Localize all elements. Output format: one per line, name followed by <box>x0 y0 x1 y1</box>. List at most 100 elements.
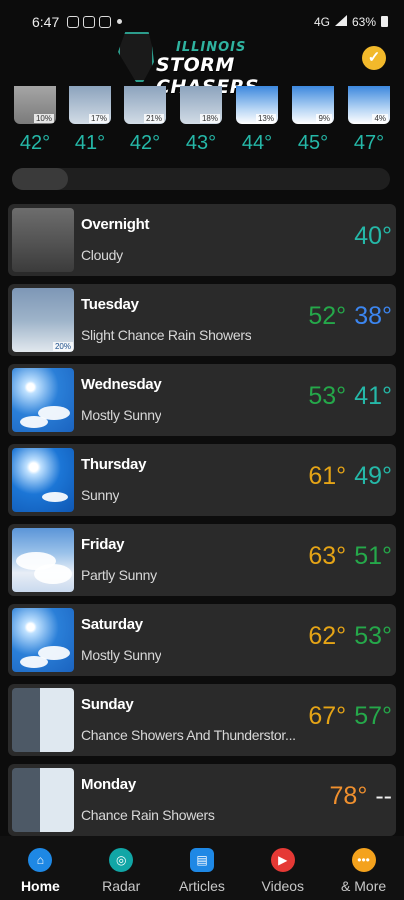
verified-check-icon[interactable]: ✓ <box>362 46 386 70</box>
day-description: Mostly Sunny <box>81 407 162 423</box>
hourly-temp: 42° <box>19 132 51 154</box>
mostly-sunny-icon <box>12 608 74 672</box>
forecast-day-card[interactable]: 20% Tuesday Slight Chance Rain Showers 5… <box>8 284 396 356</box>
day-name: Overnight <box>81 216 150 233</box>
high-temp: 78° <box>329 782 368 810</box>
hourly-pop: 17% <box>88 114 109 123</box>
high-temp: 63° <box>308 542 347 570</box>
status-bar: 6:47 4G 63% <box>0 0 404 34</box>
low-temp: 40° <box>354 222 392 250</box>
signal-icon <box>334 14 347 29</box>
hourly-temp: 47° <box>353 132 385 154</box>
nav-articles[interactable]: ▤ Articles <box>162 836 243 900</box>
day-temps: 67° 57° <box>308 702 392 731</box>
hourly-pop: 9% <box>316 114 332 123</box>
day-temps: 53° 41° <box>308 382 392 411</box>
cloud-shape <box>20 656 48 668</box>
day-name: Saturday <box>81 616 143 633</box>
rain-icon: 21% <box>124 86 166 124</box>
hourly-item[interactable]: 4% 47° <box>348 86 392 155</box>
high-temp: 67° <box>308 702 347 730</box>
hourly-scrollbar-thumb[interactable] <box>12 168 68 190</box>
articles-icon: ▤ <box>189 848 214 872</box>
day-description: Slight Chance Rain Showers <box>81 327 252 343</box>
day-description: Chance Rain Showers <box>81 807 215 823</box>
cloud-shape <box>42 492 68 502</box>
mostly-sunny-icon <box>12 368 74 432</box>
forecast-day-card[interactable]: Overnight Cloudy 40° <box>8 204 396 276</box>
hourly-item[interactable]: 13% 44° <box>236 86 280 155</box>
hourly-temp: 44° <box>241 132 273 154</box>
day-name: Sunday <box>81 696 134 713</box>
hourly-item[interactable]: 17% 41° <box>69 86 113 155</box>
hourly-forecast[interactable]: 10% 42° 17% 41° 21% 42° 18% 43° 13% 44° … <box>0 86 404 154</box>
partly-sunny-icon <box>12 528 74 592</box>
low-temp: 51° <box>354 542 392 570</box>
hourly-pop: 13% <box>255 114 276 123</box>
cloudy-icon: 10% <box>14 86 56 124</box>
rain-icon: 18% <box>180 86 222 124</box>
cloud-shape <box>34 564 72 584</box>
forecast-day-card[interactable]: Saturday Mostly Sunny 62° 53° <box>8 604 396 676</box>
hourly-item[interactable]: 18% 43° <box>180 86 224 155</box>
battery-icon <box>381 16 388 27</box>
nav-label: Radar <box>102 878 141 894</box>
low-temp: -- <box>375 782 392 810</box>
showers-icon: 9% <box>292 86 334 124</box>
gallery-notification-icon <box>67 15 80 28</box>
status-time: 6:47 <box>32 13 60 30</box>
nav-label: Articles <box>179 878 225 894</box>
status-right: 4G 63% <box>313 14 388 29</box>
low-temp: 53° <box>354 622 392 650</box>
day-description: Sunny <box>81 487 120 503</box>
day-name: Tuesday <box>81 296 139 313</box>
day-description: Cloudy <box>81 247 123 263</box>
nav-more[interactable]: ••• & More <box>323 836 404 900</box>
showers-icon: 13% <box>236 86 278 124</box>
hourly-scrollbar[interactable] <box>12 168 390 190</box>
nav-radar[interactable]: ◎ Radar <box>81 836 162 900</box>
hourly-pop: 21% <box>143 114 164 123</box>
day-temps: 78° -- <box>330 782 392 811</box>
cloudy-icon <box>12 208 74 272</box>
nav-videos[interactable]: ▶ Videos <box>242 836 323 900</box>
hourly-item[interactable]: 10% 42° <box>14 86 58 155</box>
app2-notification-icon <box>99 15 112 28</box>
videos-icon: ▶ <box>270 848 295 872</box>
low-temp: 41° <box>354 382 392 410</box>
forecast-day-card[interactable]: Monday Chance Rain Showers 78° -- <box>8 764 396 836</box>
hourly-temp: 43° <box>185 132 217 154</box>
high-temp: 53° <box>308 382 347 410</box>
hourly-item[interactable]: 9% 45° <box>292 86 336 155</box>
day-temps: 52° 38° <box>308 302 392 331</box>
forecast-day-card[interactable]: Sunday Chance Showers And Thunderstor...… <box>8 684 396 756</box>
app-logo[interactable]: ILLINOIS STORM CHASERS <box>118 32 298 98</box>
forecast-day-card[interactable]: Thursday Sunny 61° 49° <box>8 444 396 516</box>
illinois-state-icon <box>118 32 154 82</box>
forecast-day-card[interactable]: Friday Partly Sunny 63° 51° <box>8 524 396 596</box>
battery-percent: 63% <box>351 14 376 29</box>
thunderstorm-icon <box>12 688 74 752</box>
home-icon: ⌂ <box>28 848 53 872</box>
rain-icon: 20% <box>12 288 74 352</box>
network-label: 4G <box>313 14 330 29</box>
day-name: Monday <box>81 776 136 793</box>
nav-label: Home <box>20 878 60 894</box>
app-header: ILLINOIS STORM CHASERS ✓ <box>0 30 404 98</box>
day-name: Wednesday <box>81 376 162 393</box>
high-temp: 61° <box>308 462 347 490</box>
day-temps: 62° 53° <box>308 622 392 651</box>
hourly-item[interactable]: 21% 42° <box>124 86 168 155</box>
app-notification-icon <box>83 15 96 28</box>
cloud-shape <box>20 416 48 428</box>
showers-icon: 4% <box>348 86 390 124</box>
forecast-day-card[interactable]: Wednesday Mostly Sunny 53° 41° <box>8 364 396 436</box>
day-description: Mostly Sunny <box>81 647 162 663</box>
rain-showers-icon <box>12 768 74 832</box>
more-notifications-icon <box>117 19 123 24</box>
logo-line1: ILLINOIS <box>176 40 247 55</box>
nav-home[interactable]: ⌂ Home <box>0 836 81 900</box>
sunny-icon <box>12 448 74 512</box>
day-temps: 63° 51° <box>308 542 392 571</box>
hourly-pop: 10% <box>33 114 54 123</box>
